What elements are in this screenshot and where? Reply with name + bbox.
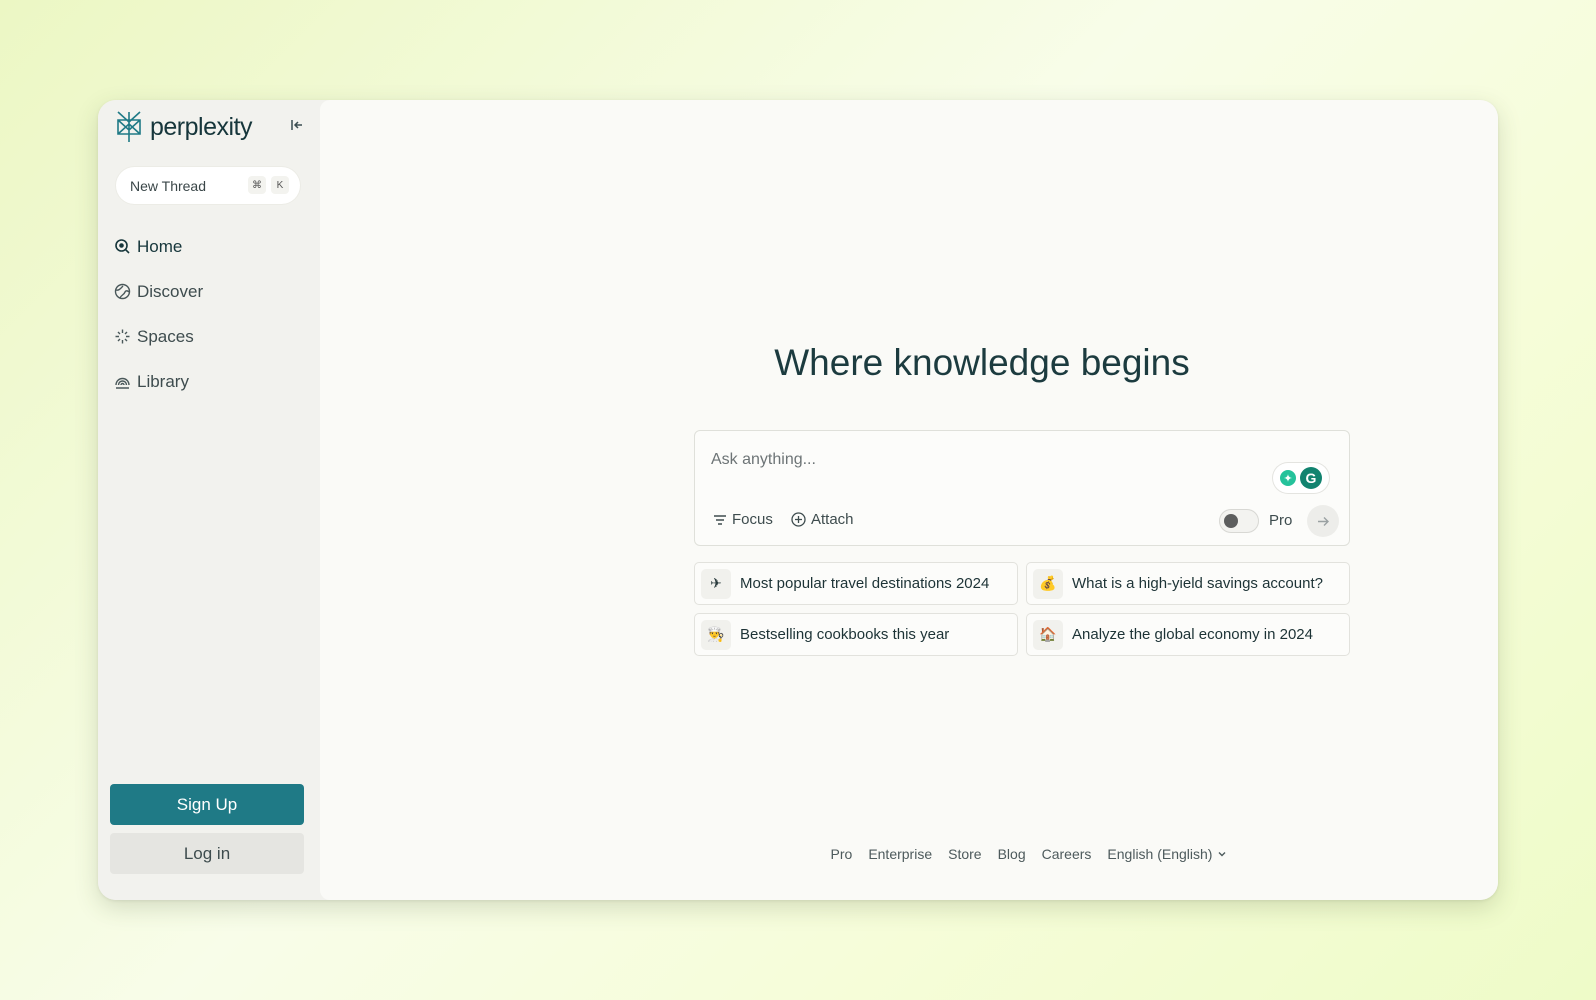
sidebar-item-discover[interactable]: Discover — [114, 269, 304, 314]
suggestion-label: Most popular travel destinations 2024 — [740, 575, 990, 592]
submit-button[interactable] — [1307, 505, 1339, 537]
library-icon — [115, 377, 130, 389]
suggestion-item[interactable]: ✈ Most popular travel destinations 2024 — [694, 562, 1018, 605]
sign-up-button[interactable]: Sign Up — [110, 784, 304, 825]
new-thread-label: New Thread — [130, 177, 207, 194]
page-title: Where knowledge begins — [774, 342, 1190, 383]
k-key: K — [271, 176, 289, 194]
focus-label: Focus — [732, 511, 773, 528]
log-in-button[interactable]: Log in — [110, 833, 304, 874]
perplexity-logo-icon — [117, 111, 141, 142]
chevron-down-icon — [1218, 852, 1226, 857]
suggestion-label: What is a high-yield savings account? — [1072, 575, 1323, 592]
footer-link-careers[interactable]: Careers — [1042, 846, 1092, 862]
collapse-left-icon — [291, 120, 302, 130]
footer-link-blog[interactable]: Blog — [998, 846, 1026, 862]
filter-icon — [714, 514, 726, 525]
attach-button[interactable]: Attach — [791, 511, 854, 528]
spaces-icon — [115, 329, 130, 344]
sidebar-nav: Home Discover Spaces Library — [114, 224, 304, 404]
new-thread-button[interactable]: New Thread ⌘ K — [116, 167, 300, 204]
house-icon: 🏠 — [1033, 619, 1063, 650]
footer-link-pro[interactable]: Pro — [831, 846, 853, 862]
sidebar: perplexity New Thread ⌘ K Home Discover … — [98, 100, 320, 900]
airplane-icon: ✈ — [701, 568, 731, 599]
suggestion-item[interactable]: 🏠 Analyze the global economy in 2024 — [1026, 613, 1350, 656]
sidebar-item-spaces[interactable]: Spaces — [114, 314, 304, 359]
search-icon — [115, 239, 130, 254]
plus-circle-icon — [791, 512, 806, 527]
cmd-key-icon: ⌘ — [248, 176, 266, 194]
footer-link-store[interactable]: Store — [948, 846, 981, 862]
footer-link-enterprise[interactable]: Enterprise — [868, 846, 932, 862]
collapse-sidebar-button[interactable] — [286, 114, 308, 136]
ask-box: ✦ G Focus Attach Pro — [694, 430, 1350, 546]
suggestion-label: Bestselling cookbooks this year — [740, 626, 950, 643]
lightbulb-icon: ✦ — [1280, 470, 1296, 486]
suggestion-item[interactable]: 💰 What is a high-yield savings account? — [1026, 562, 1350, 605]
pro-label: Pro — [1269, 512, 1293, 529]
sidebar-item-label: Home — [137, 236, 183, 256]
pro-toggle[interactable] — [1219, 509, 1259, 533]
language-selector[interactable]: English (English) — [1107, 846, 1227, 862]
grammarly-icon: G — [1300, 467, 1322, 489]
logo-text: perplexity — [150, 112, 253, 141]
sidebar-item-library[interactable]: Library — [114, 359, 304, 404]
search-input[interactable] — [711, 445, 1231, 475]
chef-icon: 👨‍🍳 — [701, 619, 731, 650]
suggestion-label: Analyze the global economy in 2024 — [1072, 626, 1313, 643]
toggle-knob — [1224, 514, 1238, 528]
focus-button[interactable]: Focus — [713, 511, 773, 528]
language-label: English (English) — [1107, 846, 1213, 862]
footer: Pro Enterprise Store Blog Careers Englis… — [694, 846, 1354, 862]
globe-icon — [114, 283, 131, 300]
sidebar-item-label: Discover — [137, 281, 204, 301]
arrow-right-icon — [1317, 516, 1329, 526]
suggestion-item[interactable]: 👨‍🍳 Bestselling cookbooks this year — [694, 613, 1018, 656]
logo[interactable]: perplexity — [114, 110, 253, 144]
sidebar-item-label: Library — [137, 371, 189, 391]
sidebar-item-label: Spaces — [137, 326, 194, 346]
money-bag-icon: 💰 — [1033, 568, 1063, 599]
attach-label: Attach — [811, 511, 854, 528]
app-window: perplexity New Thread ⌘ K Home Discover … — [98, 100, 1498, 900]
main-content: Where knowledge begins ✦ G Focus Attach … — [320, 100, 1498, 900]
sidebar-item-home[interactable]: Home — [114, 224, 304, 269]
grammarly-widget[interactable]: ✦ G — [1273, 463, 1329, 493]
